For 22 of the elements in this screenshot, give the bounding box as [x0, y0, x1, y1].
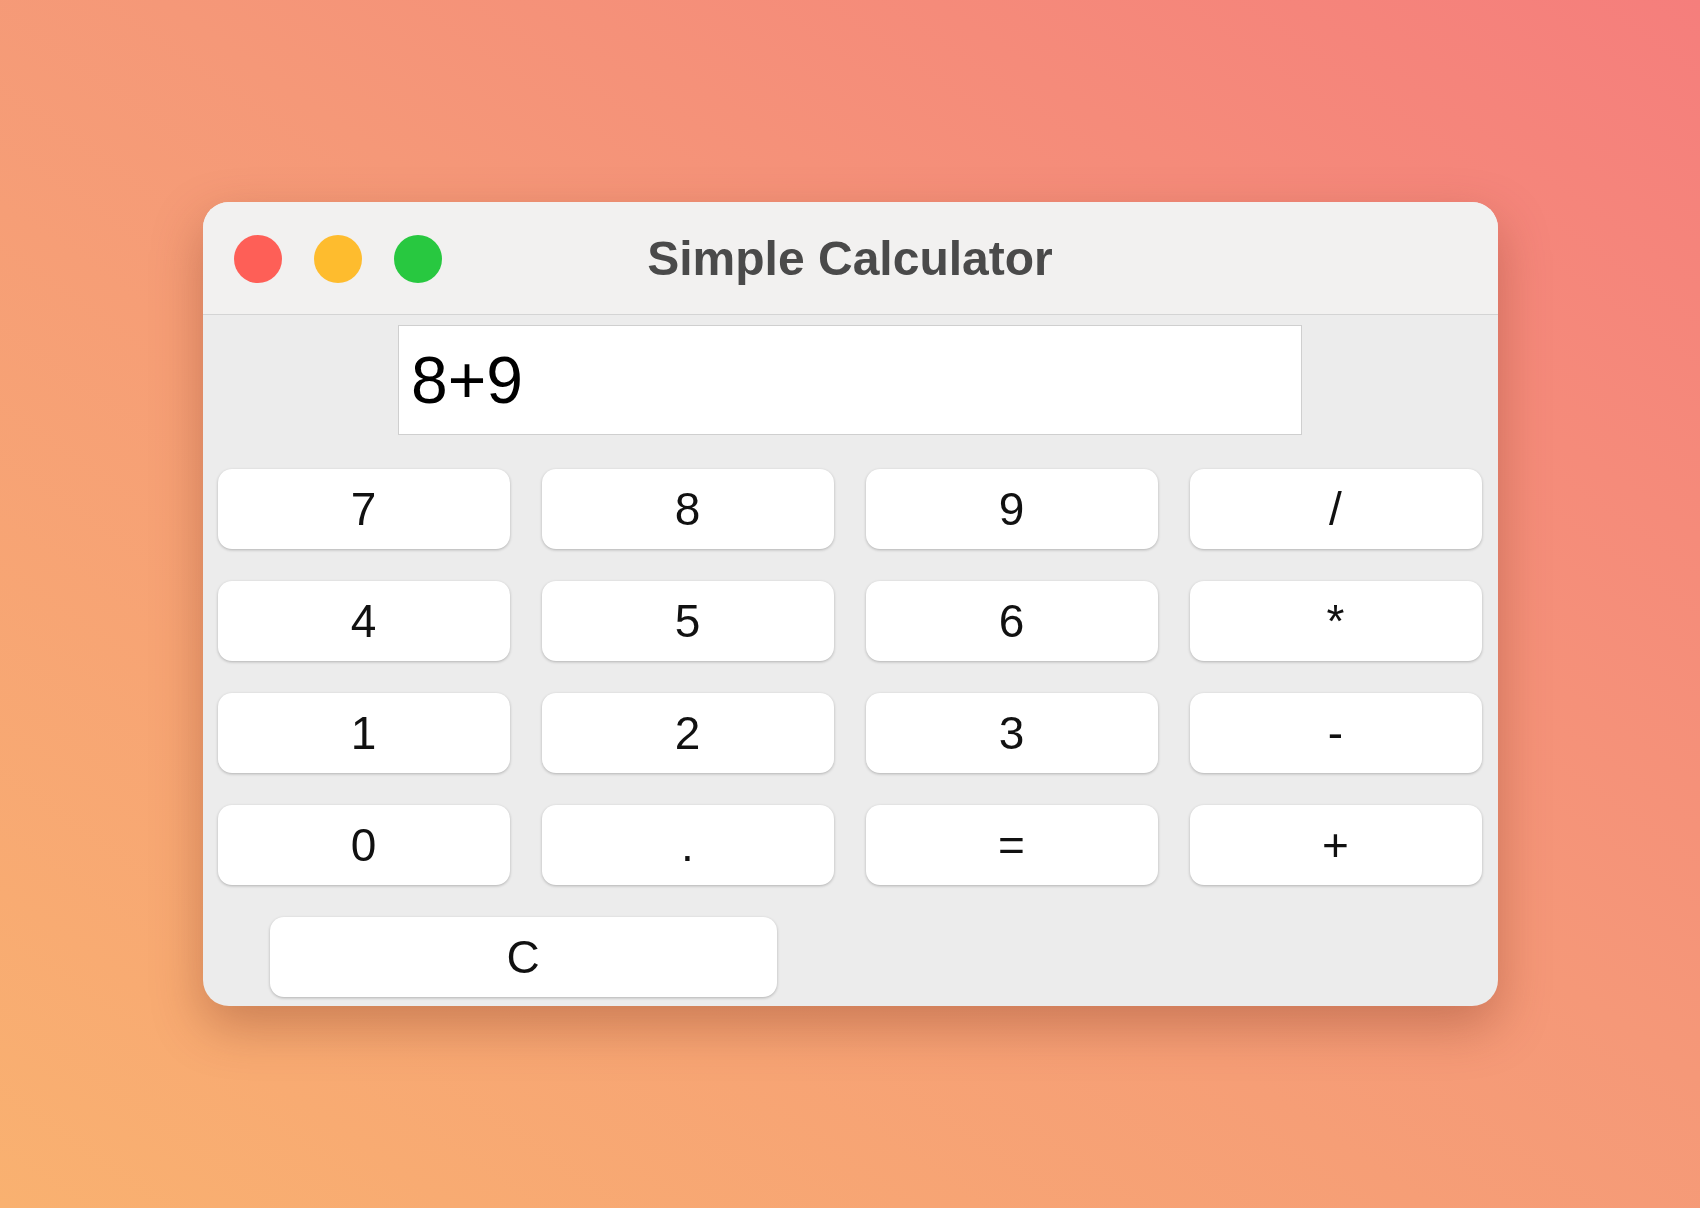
zoom-icon[interactable] — [393, 235, 442, 283]
calculator-key[interactable]: 7 — [217, 469, 510, 549]
calculator-key[interactable]: * — [1189, 581, 1482, 661]
calculator-key[interactable]: 9 — [865, 469, 1158, 549]
calculator-key[interactable]: 8 — [541, 469, 834, 549]
calculator-key[interactable]: 5 — [541, 581, 834, 661]
calculator-key[interactable]: 2 — [541, 693, 834, 773]
calculator-key[interactable]: 6 — [865, 581, 1158, 661]
calculator-key[interactable]: 3 — [865, 693, 1158, 773]
calculator-key[interactable]: 0 — [217, 805, 510, 885]
calculator-key[interactable]: 1 — [217, 693, 510, 773]
calculator-key[interactable]: = — [865, 805, 1158, 885]
calculator-key[interactable]: . — [541, 805, 834, 885]
window-title: Simple Calculator — [647, 230, 1053, 286]
close-icon[interactable] — [233, 235, 282, 283]
minimize-icon[interactable] — [313, 235, 362, 283]
clear-button[interactable]: C — [269, 917, 777, 997]
calculator-key[interactable]: / — [1189, 469, 1482, 549]
display-field[interactable]: 8+9 — [398, 325, 1302, 435]
calculator-key[interactable]: + — [1189, 805, 1482, 885]
calculator-key[interactable]: 4 — [217, 581, 510, 661]
calculator-key[interactable]: - — [1189, 693, 1482, 773]
